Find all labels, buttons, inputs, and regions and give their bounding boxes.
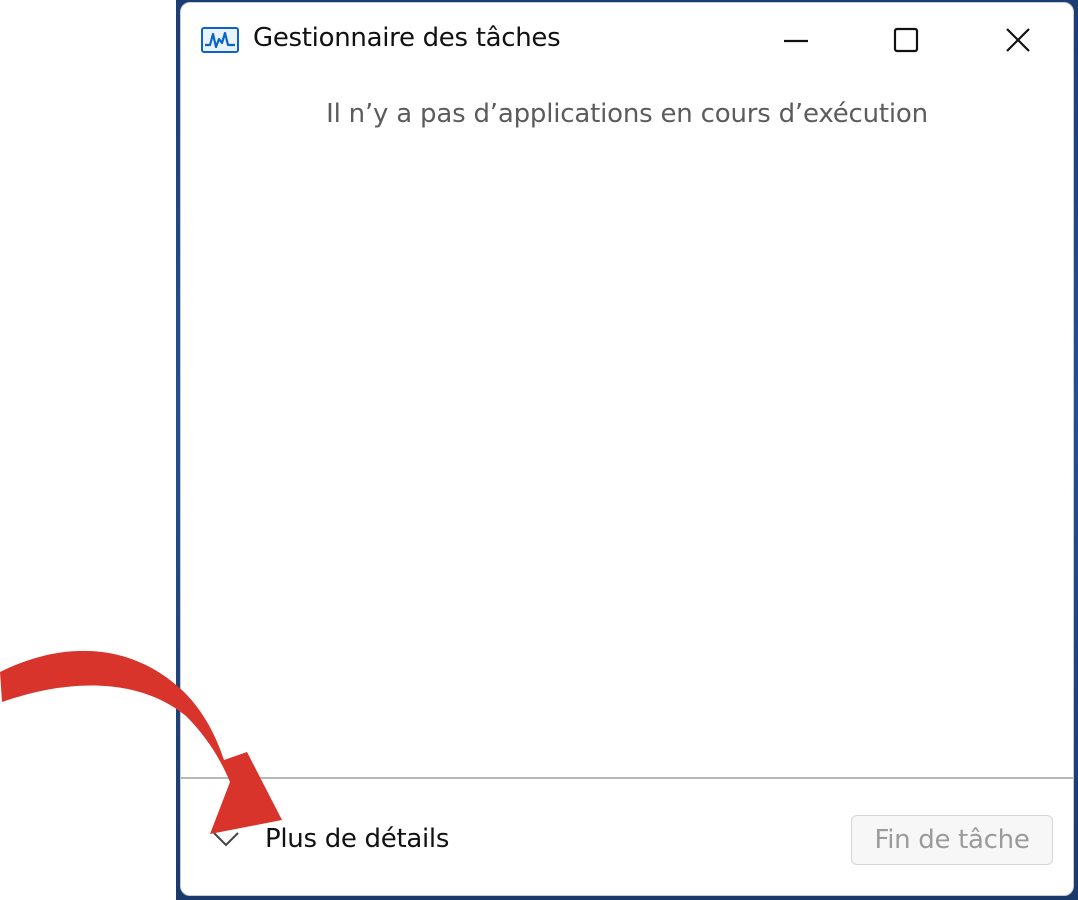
task-manager-icon bbox=[201, 27, 239, 53]
curved-arrow-icon bbox=[0, 650, 282, 834]
footer-bar: Plus de détails Fin de tâche bbox=[181, 779, 1073, 895]
task-manager-window: Gestionnaire des tâches Il n’y a pas d’a… bbox=[180, 2, 1074, 896]
screenshot-stage: Gestionnaire des tâches Il n’y a pas d’a… bbox=[0, 0, 1078, 900]
minimize-button[interactable] bbox=[741, 3, 851, 77]
window-title: Gestionnaire des tâches bbox=[253, 23, 561, 53]
close-icon bbox=[1006, 28, 1030, 52]
close-button[interactable] bbox=[963, 3, 1073, 77]
empty-apps-message: Il n’y a pas d’applications en cours d’e… bbox=[326, 99, 928, 129]
maximize-icon bbox=[893, 27, 919, 53]
title-bar[interactable]: Gestionnaire des tâches bbox=[181, 3, 1073, 77]
end-task-button[interactable]: Fin de tâche bbox=[851, 815, 1053, 865]
maximize-button[interactable] bbox=[851, 3, 961, 77]
minimize-icon bbox=[784, 39, 808, 43]
